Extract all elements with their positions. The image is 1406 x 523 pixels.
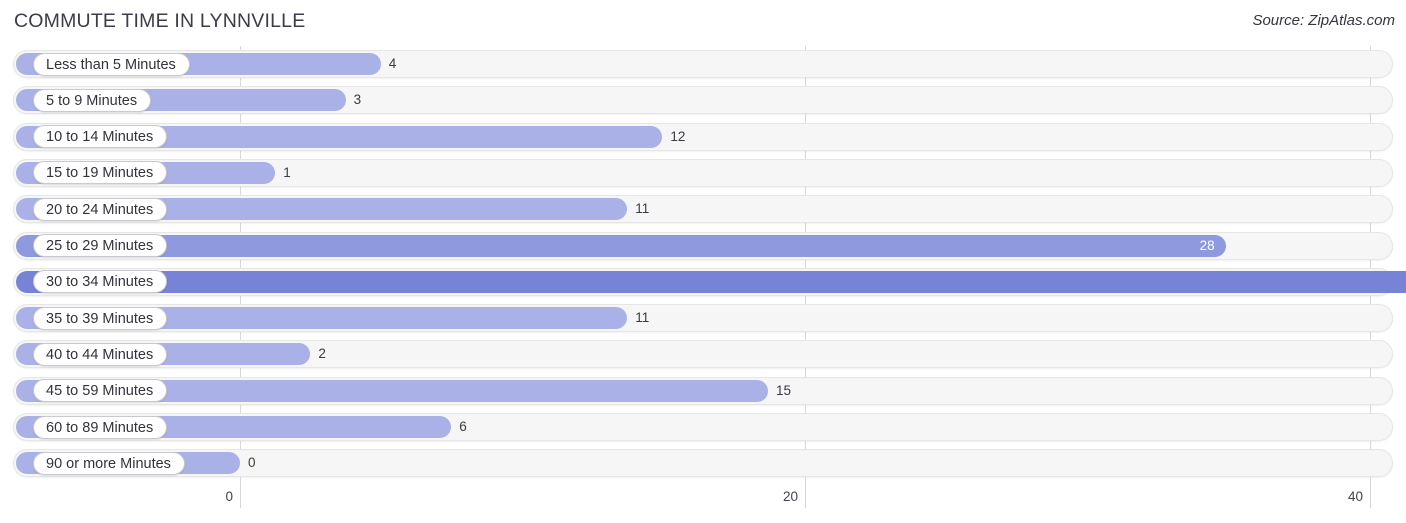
- bar-value-label: 2: [318, 346, 326, 362]
- bar-value-label: 3: [353, 92, 362, 108]
- category-label: Less than 5 Minutes: [33, 52, 190, 76]
- tick-mark-0: [240, 486, 241, 508]
- bar[interactable]: 35: [16, 270, 1406, 293]
- category-label: 60 to 89 Minutes: [33, 415, 168, 439]
- x-tick-label: 0: [225, 489, 233, 504]
- bar-value-label: 1: [283, 164, 291, 180]
- bar-value-label: 4: [388, 56, 397, 71]
- tick-mark-40: [1370, 486, 1371, 508]
- chart-header: COMMUTE TIME IN LYNNVILLE Source: ZipAtl…: [0, 0, 1406, 46]
- x-tick-label: 20: [782, 489, 798, 504]
- chart-row[interactable]: 3 5 to 9 Minutes: [0, 82, 1406, 118]
- chart-row[interactable]: 11 35 to 39 Minutes: [0, 300, 1406, 336]
- bar-value-label: 15: [776, 382, 792, 398]
- chart-row[interactable]: 6 60 to 89 Minutes: [0, 409, 1406, 445]
- category-label: 25 to 29 Minutes: [33, 234, 168, 257]
- bar-value-label: 11: [635, 201, 650, 217]
- category-label: 90 or more Minutes: [33, 451, 185, 475]
- chart-row[interactable]: 4 Less than 5 Minutes: [0, 46, 1406, 82]
- category-label: 35 to 39 Minutes: [33, 306, 168, 330]
- x-tick-label: 40: [1347, 489, 1363, 504]
- bar-value-label: 12: [670, 128, 686, 144]
- bar-value-label: 28: [1199, 237, 1215, 253]
- page-title: COMMUTE TIME IN LYNNVILLE: [14, 10, 306, 32]
- chart-row[interactable]: 2 40 to 44 Minutes: [0, 336, 1406, 372]
- category-label: 15 to 19 Minutes: [33, 161, 168, 185]
- chart-plot-area: 4 Less than 5 Minutes 3 5 to 9 Minutes 12 10 …: [0, 46, 1406, 486]
- bar-value-label: 0: [248, 455, 256, 471]
- category-label: 20 to 24 Minutes: [33, 197, 168, 221]
- tick-mark-20: [805, 486, 806, 508]
- chart-row[interactable]: 0 90 or more Minutes: [0, 445, 1406, 481]
- chart-row[interactable]: 1 15 to 19 Minutes: [0, 155, 1406, 191]
- bar[interactable]: 28: [16, 234, 1226, 257]
- category-label: 45 to 59 Minutes: [33, 379, 168, 403]
- x-axis: 0 20 40: [0, 486, 1406, 523]
- category-label: 30 to 34 Minutes: [33, 270, 168, 294]
- bar-value-label: 6: [459, 419, 467, 434]
- category-label: 10 to 14 Minutes: [33, 125, 168, 149]
- category-label: 40 to 44 Minutes: [33, 342, 168, 366]
- chart-row[interactable]: 12 10 to 14 Minutes: [0, 119, 1406, 155]
- chart-row[interactable]: 15 45 to 59 Minutes: [0, 373, 1406, 409]
- chart-row[interactable]: 11 20 to 24 Minutes: [0, 191, 1406, 227]
- chart-row[interactable]: 3530 to 34 Minutes: [0, 264, 1406, 300]
- chart-row[interactable]: 28 25 to 29 Minutes: [0, 228, 1406, 264]
- source-attribution: Source: ZipAtlas.com: [1252, 12, 1395, 29]
- category-label: 5 to 9 Minutes: [33, 88, 152, 112]
- bar-value-label: 11: [635, 310, 650, 326]
